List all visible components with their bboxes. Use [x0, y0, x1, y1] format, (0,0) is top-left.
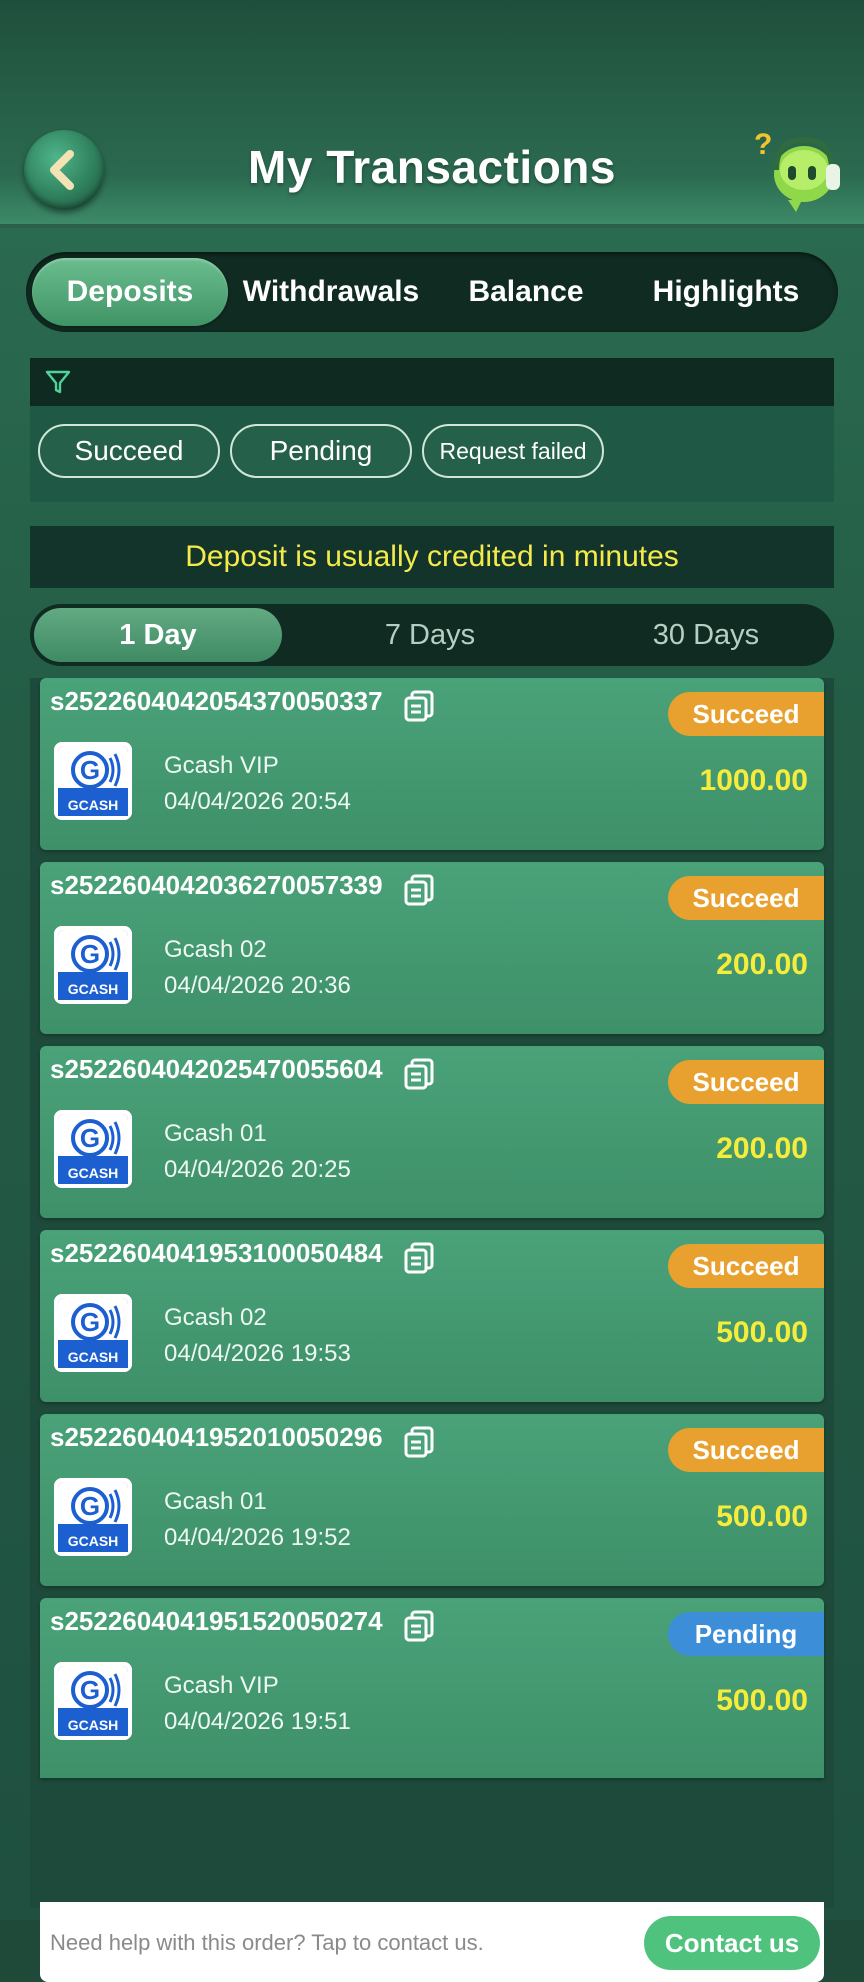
filter-icon[interactable] [44, 368, 72, 396]
order-id: s2522604042054370050337 [50, 686, 383, 716]
svg-text:GCASH: GCASH [68, 1165, 119, 1181]
filter-header [30, 358, 834, 406]
transaction-datetime: 04/04/2026 20:54 [164, 788, 351, 815]
order-id: s2522604041953100050484 [50, 1238, 383, 1268]
svg-text:G: G [80, 939, 100, 969]
status-badge: Succeed [668, 1244, 824, 1288]
tab-withdrawals[interactable]: Withdrawals [236, 258, 426, 326]
header-bar: My Transactions ? [0, 0, 864, 228]
svg-text:GCASH: GCASH [68, 1533, 119, 1549]
period-30-days[interactable]: 30 Days [582, 608, 830, 662]
svg-text:GCASH: GCASH [68, 981, 119, 997]
transaction-card[interactable]: s2522604041953100050484 Succeed G GCASH Gcas… [40, 1230, 824, 1402]
status-badge: Succeed [668, 876, 824, 920]
contact-us-button[interactable]: Contact us [644, 1916, 820, 1970]
transaction-amount: 200.00 [716, 948, 808, 981]
gcash-logo: G GCASH [54, 1478, 132, 1556]
transaction-card[interactable]: s2522604042025470055604 Succeed G GCASH Gcas… [40, 1046, 824, 1218]
transaction-list: s2522604042054370050337 Succeed G GCASH Gcas… [30, 678, 834, 1982]
transaction-card[interactable]: s2522604041952010050296 Succeed G GCASH Gcas… [40, 1414, 824, 1586]
order-id: s2522604042025470055604 [50, 1054, 383, 1084]
gcash-logo: G GCASH [54, 926, 132, 1004]
deposit-notice: Deposit is usually credited in minutes [30, 526, 834, 588]
transaction-amount: 1000.00 [699, 764, 808, 797]
transaction-amount: 500.00 [716, 1316, 808, 1349]
gcash-logo: G GCASH [54, 1294, 132, 1372]
copy-icon[interactable] [404, 1610, 434, 1642]
transaction-amount: 500.00 [716, 1684, 808, 1717]
svg-text:GCASH: GCASH [68, 1717, 119, 1733]
transaction-datetime: 04/04/2026 19:51 [164, 1708, 351, 1735]
payment-method: Gcash 01 [164, 1488, 267, 1515]
filter-chip-pending[interactable]: Pending [230, 424, 412, 478]
payment-method: Gcash 02 [164, 1304, 267, 1331]
help-bar: Need help with this order? Tap to contac… [40, 1902, 824, 1982]
copy-icon[interactable] [404, 874, 434, 906]
tab-deposits[interactable]: Deposits [32, 258, 228, 326]
filter-chip-request-failed[interactable]: Request failed [422, 424, 604, 478]
tab-balance[interactable]: Balance [436, 258, 616, 326]
transaction-datetime: 04/04/2026 19:53 [164, 1340, 351, 1367]
period-7-days[interactable]: 7 Days [306, 608, 554, 662]
payment-method: Gcash 01 [164, 1120, 267, 1147]
gcash-logo: G GCASH [54, 742, 132, 820]
period-1-day[interactable]: 1 Day [34, 608, 282, 662]
transaction-card[interactable]: s2522604042036270057339 Succeed G GCASH Gcas… [40, 862, 824, 1034]
transaction-datetime: 04/04/2026 20:36 [164, 972, 351, 999]
gcash-logo: G GCASH [54, 1662, 132, 1740]
status-badge: Succeed [668, 692, 824, 736]
svg-text:G: G [80, 1491, 100, 1521]
order-id: s2522604041951520050274 [50, 1606, 383, 1636]
order-id: s2522604041952010050296 [50, 1422, 383, 1452]
customer-support-robot-icon: ? [754, 128, 840, 212]
transaction-card[interactable]: s2522604041951520050274 Pending G GCASH Gcas… [40, 1598, 824, 1778]
transaction-type-tabs: Deposits Withdrawals Balance Highlights [26, 252, 838, 332]
transaction-amount: 200.00 [716, 1132, 808, 1165]
copy-icon[interactable] [404, 1242, 434, 1274]
payment-method: Gcash 02 [164, 936, 267, 963]
transaction-datetime: 04/04/2026 19:52 [164, 1524, 351, 1551]
main-content: Deposits Withdrawals Balance Highlights … [0, 228, 864, 1982]
payment-method: Gcash VIP [164, 1672, 279, 1699]
svg-text:G: G [80, 1675, 100, 1705]
status-badge: Succeed [668, 1428, 824, 1472]
customer-support-button[interactable]: ? [752, 124, 848, 220]
svg-text:GCASH: GCASH [68, 1349, 119, 1365]
svg-text:?: ? [754, 128, 772, 161]
transaction-amount: 500.00 [716, 1500, 808, 1533]
svg-text:G: G [80, 1123, 100, 1153]
svg-text:GCASH: GCASH [68, 797, 119, 813]
svg-text:G: G [80, 755, 100, 785]
period-selector: 1 Day 7 Days 30 Days [30, 604, 834, 666]
status-badge: Succeed [668, 1060, 824, 1104]
status-badge: Pending [668, 1612, 824, 1656]
transaction-datetime: 04/04/2026 20:25 [164, 1156, 351, 1183]
payment-method: Gcash VIP [164, 752, 279, 779]
tab-highlights[interactable]: Highlights [626, 258, 826, 326]
page-title: My Transactions [248, 141, 616, 193]
order-id: s2522604042036270057339 [50, 870, 383, 900]
copy-icon[interactable] [404, 690, 434, 722]
filter-chip-succeed[interactable]: Succeed [38, 424, 220, 478]
gcash-logo: G GCASH [54, 1110, 132, 1188]
copy-icon[interactable] [404, 1426, 434, 1458]
status-filter-panel: Succeed Pending Request failed [30, 358, 834, 502]
svg-text:G: G [80, 1307, 100, 1337]
help-text: Need help with this order? Tap to contac… [50, 1930, 484, 1955]
copy-icon[interactable] [404, 1058, 434, 1090]
transaction-card[interactable]: s2522604042054370050337 Succeed G GCASH Gcas… [40, 678, 824, 850]
